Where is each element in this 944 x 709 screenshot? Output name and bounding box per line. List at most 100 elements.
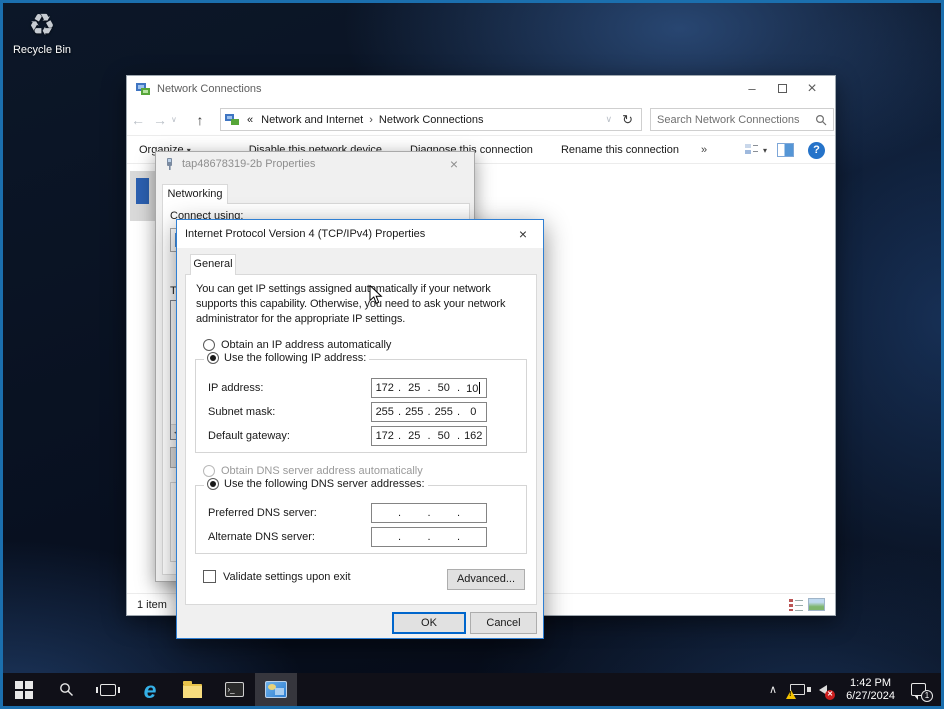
radio-use-dns[interactable]: Use the following DNS server addresses: bbox=[204, 478, 428, 490]
radio-use-ip[interactable]: Use the following IP address: bbox=[204, 352, 369, 364]
action-center-button[interactable]: 1 bbox=[907, 680, 929, 700]
windows-logo-icon bbox=[15, 681, 33, 699]
default-gateway-input[interactable]: 172 2550 162 bbox=[371, 426, 487, 446]
radio-use-dns-label: Use the following DNS server addresses: bbox=[224, 478, 425, 490]
ip-octet: 25 bbox=[402, 430, 428, 442]
show-hidden-icons-chevron[interactable]: ∧ bbox=[764, 683, 782, 696]
minimize-button[interactable]: – bbox=[737, 77, 767, 101]
recycle-bin-icon: ♻ bbox=[11, 9, 73, 43]
breadcrumb-prefix: « bbox=[243, 114, 257, 126]
default-gateway-label: Default gateway: bbox=[208, 430, 371, 442]
file-explorer-button[interactable] bbox=[171, 673, 213, 706]
view-thumbnails-icon[interactable] bbox=[808, 598, 825, 611]
close-button[interactable]: × bbox=[797, 77, 827, 101]
taskbar-search-icon bbox=[59, 682, 74, 697]
ok-button[interactable]: OK bbox=[392, 612, 466, 634]
ip-octet: 172 bbox=[372, 430, 398, 442]
system-tray: ∧ ✕ 1:42 PM 6/27/2024 1 bbox=[764, 673, 941, 706]
network-connections-taskbar-button[interactable] bbox=[255, 673, 297, 706]
radio-obtain-ip[interactable]: Obtain an IP address automatically bbox=[203, 339, 391, 351]
ipv4-dialog-title: Internet Protocol Version 4 (TCP/IPv4) P… bbox=[185, 228, 511, 240]
ipv4-properties-dialog: Internet Protocol Version 4 (TCP/IPv4) P… bbox=[176, 219, 544, 639]
adapter-icon bbox=[164, 157, 175, 171]
radio-obtain-ip-icon bbox=[203, 339, 215, 351]
tab-networking[interactable]: Networking bbox=[162, 184, 228, 204]
ip-address-input[interactable]: 172255010 bbox=[371, 378, 487, 398]
toolbar-overflow-icon[interactable]: » bbox=[701, 144, 707, 156]
clock-time: 1:42 PM bbox=[850, 677, 891, 689]
text-caret bbox=[479, 382, 480, 394]
ipv4-close-icon[interactable]: × bbox=[511, 226, 535, 242]
address-dropdown-icon[interactable]: ∨ bbox=[600, 114, 619, 125]
octet-dot bbox=[427, 507, 431, 519]
ip-octet: 255 bbox=[431, 406, 457, 418]
search-input[interactable] bbox=[657, 114, 815, 126]
network-connections-app-icon bbox=[265, 681, 287, 698]
ip-octet: 0 bbox=[461, 406, 487, 418]
start-button[interactable] bbox=[3, 673, 45, 706]
folder-icon bbox=[183, 684, 202, 698]
command-prompt-icon: ›_ bbox=[225, 682, 244, 697]
clock-date: 6/27/2024 bbox=[846, 690, 895, 702]
network-connections-icon bbox=[135, 82, 151, 96]
refresh-icon[interactable]: ↻ bbox=[618, 112, 637, 128]
validate-checkbox-row[interactable]: Validate settings upon exit bbox=[203, 570, 351, 583]
preferred-dns-input[interactable] bbox=[371, 503, 487, 523]
view-details-icon[interactable] bbox=[789, 598, 803, 611]
tap-close-icon[interactable]: × bbox=[442, 156, 466, 172]
radio-obtain-ip-label: Obtain an IP address automatically bbox=[221, 339, 391, 351]
octet-dot bbox=[427, 531, 431, 543]
view-dropdown-icon[interactable]: ▾ bbox=[763, 146, 767, 155]
search-box bbox=[650, 108, 834, 131]
connection-item-icon bbox=[136, 178, 149, 204]
validate-checkbox[interactable] bbox=[203, 570, 216, 583]
breadcrumb-network-connections[interactable]: Network Connections bbox=[375, 114, 488, 126]
history-dropdown-icon[interactable]: ∨ bbox=[171, 115, 183, 124]
advanced-button[interactable]: Advanced... bbox=[447, 569, 525, 590]
command-prompt-button[interactable]: ›_ bbox=[213, 673, 255, 706]
breadcrumb-network-and-internet[interactable]: Network and Internet bbox=[257, 114, 367, 126]
ip-octet: 50 bbox=[431, 382, 457, 394]
preferred-dns-label: Preferred DNS server: bbox=[208, 507, 371, 519]
toolbar-rename-connection[interactable]: Rename this connection bbox=[561, 144, 679, 156]
task-view-button[interactable] bbox=[87, 673, 129, 706]
tab-general[interactable]: General bbox=[190, 254, 236, 275]
recycle-bin[interactable]: ♻ Recycle Bin bbox=[11, 9, 73, 56]
ipv4-dialog-titlebar: Internet Protocol Version 4 (TCP/IPv4) P… bbox=[177, 220, 543, 248]
dns-groupbox: Use the following DNS server addresses: … bbox=[195, 485, 527, 554]
cancel-button[interactable]: Cancel bbox=[470, 612, 537, 634]
ip-octet: 50 bbox=[431, 430, 457, 442]
help-button[interactable]: ? bbox=[808, 142, 825, 159]
octet-dot bbox=[457, 507, 461, 519]
address-location-icon bbox=[225, 113, 240, 126]
taskbar-clock[interactable]: 1:42 PM 6/27/2024 bbox=[838, 677, 903, 703]
notification-badge: 1 bbox=[921, 690, 933, 702]
alternate-dns-input[interactable] bbox=[371, 527, 487, 547]
up-icon[interactable]: ↑ bbox=[189, 112, 211, 128]
network-status-tray-icon[interactable] bbox=[786, 680, 808, 700]
taskbar-search-button[interactable] bbox=[45, 673, 87, 706]
address-bar[interactable]: « Network and Internet › Network Connect… bbox=[220, 108, 642, 131]
maximize-button[interactable] bbox=[767, 77, 797, 101]
radio-obtain-dns: Obtain DNS server address automatically bbox=[203, 465, 423, 477]
taskbar: e ›_ ∧ ✕ 1:42 PM 6/27/2024 1 bbox=[3, 673, 941, 706]
connection-list-item[interactable] bbox=[130, 171, 157, 221]
ip-octet: 10 bbox=[461, 382, 487, 395]
status-item-count: 1 item bbox=[137, 599, 167, 611]
maximize-icon bbox=[778, 84, 787, 93]
search-icon[interactable] bbox=[815, 114, 827, 126]
subnet-mask-input[interactable]: 2552552550 bbox=[371, 402, 487, 422]
back-icon[interactable]: ← bbox=[127, 112, 149, 128]
preview-pane-icon[interactable] bbox=[777, 143, 794, 157]
change-view-icon[interactable] bbox=[745, 143, 759, 157]
ip-address-label: IP address: bbox=[208, 382, 371, 394]
ip-octet: 162 bbox=[461, 430, 487, 442]
explorer-titlebar: Network Connections – × bbox=[127, 76, 835, 102]
internet-explorer-button[interactable]: e bbox=[129, 673, 171, 706]
ipv4-intro-text: You can get IP settings assigned automat… bbox=[196, 282, 534, 327]
forward-icon[interactable]: → bbox=[149, 112, 171, 128]
ip-octet: 255 bbox=[402, 406, 428, 418]
volume-tray-icon[interactable]: ✕ bbox=[812, 680, 834, 700]
mute-icon: ✕ bbox=[825, 690, 835, 700]
octet-dot bbox=[457, 531, 461, 543]
